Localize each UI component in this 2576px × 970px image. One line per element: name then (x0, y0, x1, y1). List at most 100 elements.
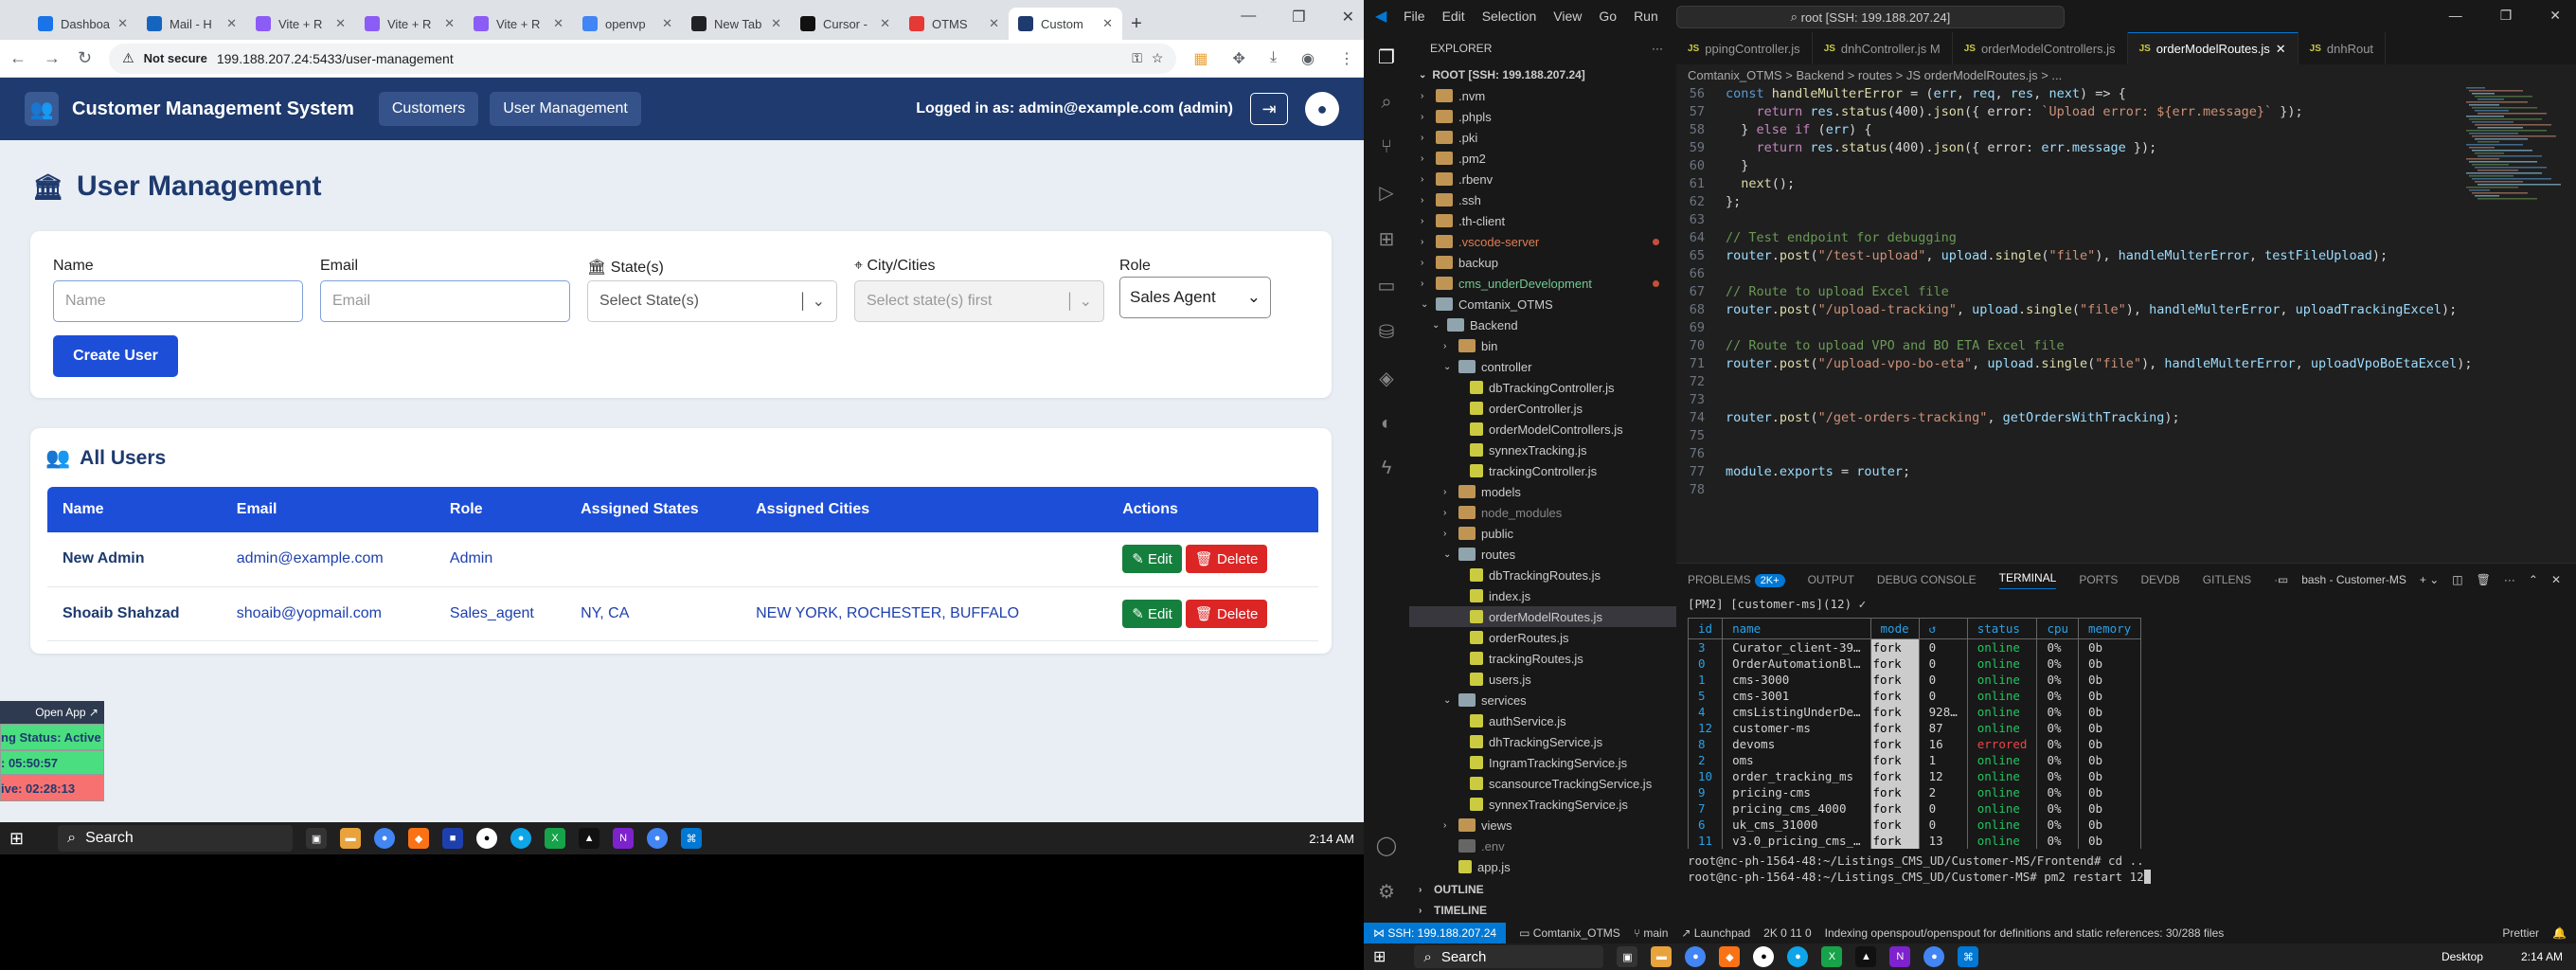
vscode-icon[interactable]: ⌘ (681, 828, 703, 849)
close-panel-icon[interactable]: ✕ (2551, 573, 2561, 586)
chrome-icon[interactable]: ● (647, 828, 669, 849)
key-icon[interactable]: ⚿ (1132, 50, 1142, 66)
tab-close-icon[interactable]: ✕ (662, 16, 672, 31)
browser-tab[interactable]: Mail - H ✕ (137, 8, 246, 40)
tree-item[interactable]: › .nvm (1409, 85, 1676, 106)
delete-button[interactable]: 🗑 Delete (1185, 599, 1268, 628)
close-icon[interactable]: ✕ (2276, 42, 2286, 57)
minimize-icon[interactable]: — (1241, 8, 1256, 27)
tree-item[interactable]: ⌄ services (1409, 690, 1676, 710)
new-tab-button[interactable]: + (1122, 8, 1151, 40)
remote-explorer-icon[interactable]: ▭ (1378, 274, 1396, 297)
file-explorer-icon[interactable]: ▬ (1651, 946, 1673, 967)
browser-tab[interactable]: Vite + R ✕ (246, 8, 355, 40)
editor-tab[interactable]: JS ppingController.js (1676, 32, 1813, 64)
app-icon[interactable]: ● (1753, 946, 1775, 967)
source-control-icon[interactable]: ⑂ (1381, 136, 1392, 158)
tab-close-icon[interactable]: ✕ (1102, 16, 1113, 31)
browser-tab[interactable]: New Tab ✕ (682, 8, 791, 40)
task-view-icon[interactable]: ▣ (306, 828, 328, 849)
tree-item[interactable]: trackingController.js (1409, 460, 1676, 481)
tree-item[interactable]: › cms_underDevelopment (1409, 273, 1676, 294)
menu-item[interactable]: Go (1599, 9, 1617, 24)
tree-item[interactable]: › bin (1409, 335, 1676, 356)
user-avatar-icon[interactable]: ● (1305, 92, 1339, 126)
edit-button[interactable]: ✎ Edit (1122, 599, 1182, 628)
tree-item[interactable]: dbTrackingController.js (1409, 377, 1676, 398)
database-icon[interactable]: ⛁ (1379, 320, 1395, 344)
restore-icon[interactable]: ❐ (2500, 8, 2513, 24)
download-icon[interactable]: ⤓ (1270, 49, 1277, 68)
excel-icon[interactable]: X (1821, 946, 1843, 967)
problems-indicator[interactable]: 2K 0 11 0 (1763, 926, 1811, 940)
onenote-icon[interactable]: N (1889, 946, 1911, 967)
minimize-icon[interactable]: — (2449, 8, 2462, 24)
trash-icon[interactable]: 🗑 (2477, 573, 2491, 586)
tree-item[interactable]: › .pm2 (1409, 148, 1676, 169)
role-select[interactable]: Sales Agent ⌄ (1119, 277, 1271, 318)
terminal-output[interactable]: [PM2] [customer-ms](12) ✓ id name mode ↺ sta… (1687, 596, 2152, 885)
onenote-icon[interactable]: N (613, 828, 635, 849)
panel-tab[interactable]: DEVDB (2140, 573, 2179, 586)
menu-item[interactable]: Run (1634, 9, 1658, 24)
tree-item[interactable]: .env (1409, 835, 1676, 856)
tree-item[interactable]: synnexTracking.js (1409, 440, 1676, 460)
maximize-panel-icon[interactable]: ⌃ (2529, 573, 2538, 586)
tree-item[interactable]: › .pki (1409, 127, 1676, 148)
tree-item[interactable]: dbTrackingRoutes.js (1409, 565, 1676, 585)
tree-item[interactable]: ⌄ Backend (1409, 314, 1676, 335)
tree-item[interactable]: orderModelRoutes.js (1409, 606, 1676, 627)
windows-start-icon[interactable]: ⊞ (1373, 947, 1386, 966)
python-icon[interactable]: ◈ (1379, 367, 1393, 390)
settings-gear-icon[interactable]: ⚙ (1378, 880, 1395, 904)
tab-close-icon[interactable]: ✕ (226, 16, 237, 31)
close-icon[interactable]: ✕ (2549, 8, 2561, 24)
menu-icon[interactable]: ⋮ (1339, 49, 1354, 68)
explorer-icon[interactable]: ❐ (1378, 45, 1395, 69)
panel-tab[interactable]: PROBLEMS 2K+ (1688, 573, 1785, 587)
delete-button[interactable]: 🗑 Delete (1185, 545, 1268, 574)
prettier-indicator[interactable]: Prettier (2502, 926, 2539, 940)
bell-icon[interactable]: 🔔 (2552, 926, 2567, 940)
task-view-icon[interactable]: ▣ (1617, 946, 1638, 967)
browser-tab[interactable]: openvp ✕ (573, 8, 682, 40)
search-icon[interactable]: ⌕ (1381, 92, 1391, 114)
minimap[interactable] (2462, 87, 2567, 210)
tree-item[interactable]: › node_modules (1409, 502, 1676, 523)
branch-indicator[interactable]: ⑂ main (1634, 926, 1669, 940)
chrome-icon[interactable]: ● (374, 828, 396, 849)
app-icon[interactable]: ◆ (1719, 946, 1741, 967)
taskbar-search[interactable]: ⌕ Search (1414, 945, 1604, 968)
new-terminal-icon[interactable]: + ⌄ (2420, 573, 2439, 586)
app-icon[interactable]: ■ (442, 828, 464, 849)
tree-item[interactable]: index.js (1409, 585, 1676, 606)
remote-ssh-indicator[interactable]: ⋈ SSH: 199.188.207.24 (1364, 923, 1507, 943)
editor-tab[interactable]: JS orderModelRoutes.js ✕ (2127, 32, 2299, 64)
breadcrumb[interactable]: Comtanix_OTMS > Backend > routes > JS or… (1676, 64, 2576, 85)
extension-icon[interactable]: ▦ (1193, 49, 1208, 68)
browser-tab[interactable]: Dashboa ✕ (28, 8, 137, 40)
terminal-name[interactable]: bash - Customer-MS (2301, 573, 2406, 586)
tree-item[interactable]: ⌄ routes (1409, 544, 1676, 565)
browser-tab[interactable]: OTMS ✕ (900, 8, 1009, 40)
gitlens-icon[interactable]: ◐ (1381, 413, 1392, 435)
forward-icon[interactable]: → (44, 48, 61, 68)
lightning-icon[interactable]: ϟ (1382, 458, 1392, 479)
app-icon[interactable]: ● (1787, 946, 1809, 967)
app-icon[interactable]: ◆ (408, 828, 430, 849)
panel-tab[interactable]: TERMINAL (1998, 571, 2057, 589)
tree-item[interactable]: › public (1409, 523, 1676, 544)
name-input[interactable]: Name (53, 280, 303, 322)
states-select[interactable]: Select State(s) │ ⌄ (587, 280, 837, 322)
create-user-button[interactable]: Create User (53, 335, 178, 377)
cities-select[interactable]: Select state(s) first │ ⌄ (854, 280, 1104, 322)
panel-tab[interactable]: PORTS (2079, 573, 2118, 586)
editor-tab[interactable]: JS dnhController.js M (1813, 32, 1953, 64)
browser-tab[interactable]: Vite + R ✕ (355, 8, 464, 40)
back-icon[interactable]: ← (9, 48, 27, 68)
panel-tab[interactable]: GITLENS (2203, 573, 2251, 586)
editor-tab[interactable]: JS orderModelControllers.js (1953, 32, 2128, 64)
bookmark-star-icon[interactable]: ☆ (1152, 50, 1164, 66)
nav-customers[interactable]: Customers (378, 92, 479, 126)
tree-item[interactable]: orderModelControllers.js (1409, 419, 1676, 440)
